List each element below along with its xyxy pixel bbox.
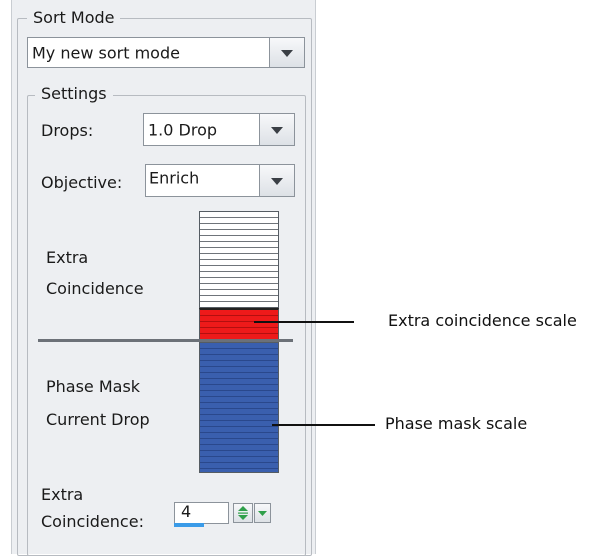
chevron-down-icon	[281, 49, 293, 57]
drops-label: Drops:	[41, 121, 94, 140]
phase-mask-scale	[199, 342, 279, 473]
arrow-up-down-icon	[238, 506, 248, 520]
chevron-down-icon	[271, 177, 283, 185]
drops-dropdown[interactable]: 1.0 Drop	[143, 113, 295, 146]
extra-coincidence-field-label: Extra Coincidence:	[41, 484, 144, 533]
extra-coincidence-input[interactable]: 4	[174, 502, 229, 524]
extra-coincidence-callout-label: Extra coincidence scale	[388, 311, 577, 330]
extra-coincidence-label-line1: Extra	[46, 248, 89, 267]
phase-mask-callout-line	[272, 424, 375, 426]
sort-mode-dropdown-button[interactable]	[269, 38, 304, 67]
chevron-down-icon	[271, 126, 283, 134]
sort-mode-value: My new sort mode	[32, 43, 180, 62]
sort-mode-dropdown[interactable]: My new sort mode	[27, 37, 305, 68]
extra-coincidence-scale-filled	[199, 308, 279, 342]
objective-value: Enrich	[149, 168, 200, 188]
phase-mask-callout-label: Phase mask scale	[385, 414, 528, 433]
extra-coincidence-value-bar	[174, 523, 204, 527]
extra-coincidence-spinner[interactable]	[233, 503, 253, 523]
objective-dropdown-button[interactable]	[259, 165, 294, 196]
extra-coincidence-scale-empty	[199, 211, 279, 308]
extra-coincidence-label-line2: Coincidence	[46, 279, 144, 298]
phase-mask-label: Phase Mask Current Drop	[46, 377, 150, 430]
extra-coincidence-callout-line	[254, 321, 354, 323]
objective-dropdown[interactable]: Enrich	[145, 164, 295, 197]
sort-mode-legend: Sort Mode	[27, 8, 121, 28]
objective-label: Objective:	[41, 173, 123, 192]
phase-mask-label-line2: Current Drop	[46, 410, 150, 429]
phase-mask-label-line1: Phase Mask	[46, 377, 141, 396]
drops-value: 1.0 Drop	[148, 120, 218, 139]
extra-coincidence-field-label-line1: Extra	[41, 485, 84, 504]
chevron-down-icon	[258, 511, 267, 516]
extra-coincidence-field-label-line2: Coincidence:	[41, 512, 144, 531]
extra-coincidence-value: 4	[181, 502, 192, 521]
extra-coincidence-label: Extra Coincidence	[46, 248, 144, 299]
settings-legend: Settings	[35, 84, 113, 104]
extra-coincidence-dropdown-button[interactable]	[254, 503, 271, 523]
drops-dropdown-button[interactable]	[259, 114, 294, 145]
